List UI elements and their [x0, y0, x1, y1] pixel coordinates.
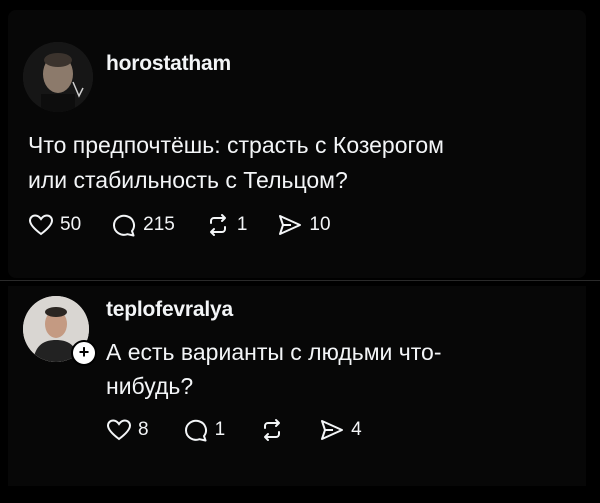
repost-icon — [264, 419, 281, 441]
reply-text: А есть варианты с людьми что- нибудь? — [106, 335, 546, 403]
comment-button[interactable]: 215 — [111, 213, 175, 237]
follow-plus-button[interactable]: + — [71, 340, 97, 366]
post-actions: 50 215 1 10 — [28, 213, 361, 237]
reply-repost-button[interactable] — [259, 418, 285, 442]
comment-bubble-icon — [113, 214, 136, 237]
post-text: Что предпочтёшь: страсть с Козерогом или… — [28, 128, 568, 198]
post-author-avatar[interactable] — [23, 42, 93, 112]
repost-count: 1 — [236, 214, 248, 235]
share-send-icon — [321, 420, 344, 440]
post-text-line: Что предпочтёшь: страсть с Козерогом — [28, 132, 444, 158]
heart-icon — [106, 419, 132, 441]
like-button[interactable]: 50 — [28, 213, 81, 237]
post-author-username[interactable]: horostatham — [106, 52, 231, 76]
post-text-line: или стабильность с Тельцом? — [28, 167, 348, 193]
thread-divider — [0, 280, 600, 281]
reply-text-line: А есть варианты с людьми что- — [106, 339, 442, 365]
reply-comment-button[interactable]: 1 — [183, 418, 226, 442]
repost-button[interactable]: 1 — [205, 213, 248, 237]
reply-comment-count: 1 — [214, 419, 226, 440]
reply-text-line: нибудь? — [106, 373, 194, 399]
share-button[interactable]: 10 — [277, 213, 331, 237]
comment-bubble-icon — [184, 419, 207, 442]
comment-count: 215 — [143, 214, 175, 235]
reply-like-button[interactable]: 8 — [106, 418, 149, 442]
like-count: 50 — [60, 214, 82, 235]
reply-like-count: 8 — [138, 419, 149, 440]
reply-actions: 8 1 4 — [106, 418, 396, 442]
reply-share-button[interactable]: 4 — [319, 418, 362, 442]
heart-icon — [28, 214, 54, 236]
share-count: 10 — [309, 214, 331, 235]
reply-author-username[interactable]: teplofevralya — [106, 298, 233, 322]
repost-icon — [209, 214, 226, 236]
reply-share-count: 4 — [351, 419, 362, 440]
share-send-icon — [279, 215, 302, 235]
